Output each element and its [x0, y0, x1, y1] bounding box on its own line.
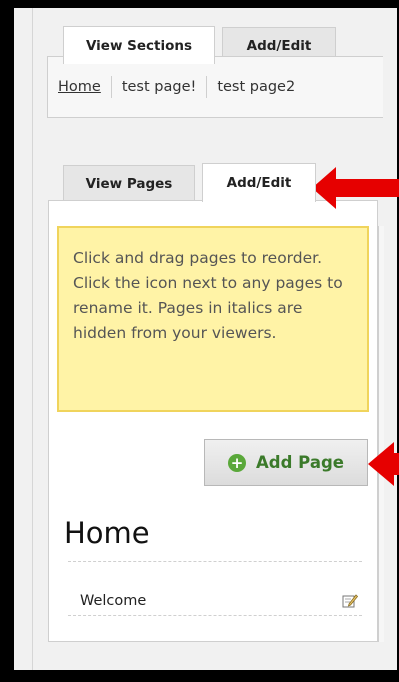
left-divider: [32, 8, 33, 670]
row-divider: [68, 615, 362, 616]
edit-icon[interactable]: [342, 593, 358, 609]
tab-view-pages[interactable]: View Pages: [63, 165, 195, 201]
sections-bar: Home test page! test page2: [47, 56, 383, 118]
add-page-label: Add Page: [256, 453, 344, 472]
heading-divider: [68, 561, 362, 562]
tab-add-edit-pages[interactable]: Add/Edit: [202, 163, 316, 202]
section-item-test-page2[interactable]: test page2: [206, 76, 305, 98]
page-list-item[interactable]: Welcome: [68, 588, 362, 614]
right-panel-edge: [378, 226, 384, 642]
red-arrow-icon: [368, 442, 399, 486]
page-label: Welcome: [80, 593, 147, 609]
section-link-home[interactable]: Home: [58, 76, 111, 98]
info-note: Click and drag pages to reorder. Click t…: [57, 226, 369, 412]
plus-circle-icon: +: [228, 453, 247, 472]
tab-view-sections[interactable]: View Sections: [63, 26, 215, 64]
section-heading: Home: [64, 516, 150, 550]
add-page-button[interactable]: + Add Page: [204, 439, 368, 486]
red-arrow-icon: [312, 167, 399, 209]
section-item-test-page[interactable]: test page!: [110, 76, 206, 98]
